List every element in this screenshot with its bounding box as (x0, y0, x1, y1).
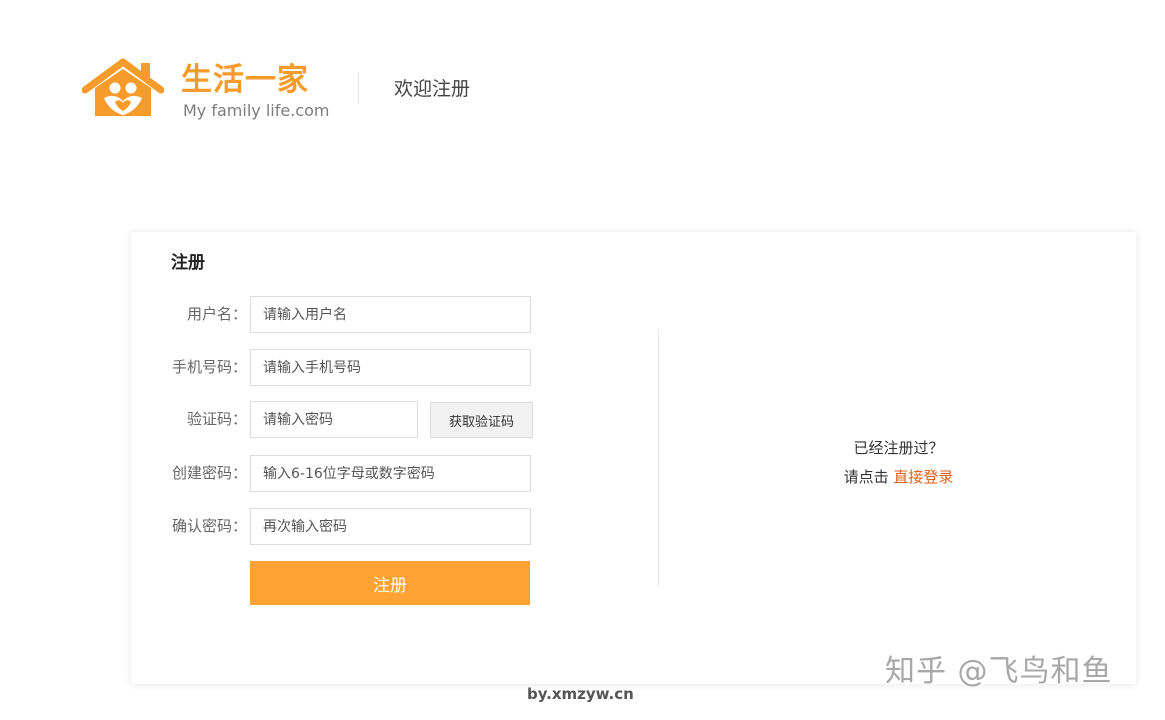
login-prompt-prefix: 请点击 (843, 468, 894, 486)
already-registered-text: 已经注册过？ (853, 439, 944, 457)
create-password-input[interactable] (250, 455, 531, 492)
direct-login-link[interactable]: 直接登录 (893, 468, 953, 486)
confirm-password-input[interactable] (250, 508, 531, 545)
login-hint: 已经注册过？ 请点击 直接登录 (731, 434, 1066, 492)
form-title: 注册 (171, 253, 205, 273)
house-family-logo (82, 58, 164, 120)
registration-card: 注册 用户名： 手机号码： 验证码： 获取验证码 创建密码： 确认密码： 注册 … (131, 232, 1136, 684)
username-input[interactable] (250, 296, 531, 333)
phone-label: 手机号码： (171, 358, 247, 376)
header-divider (358, 72, 359, 104)
page-title: 欢迎注册 (394, 78, 471, 100)
card-divider (658, 329, 659, 586)
verification-code-label: 验证码： (186, 410, 247, 428)
register-submit-button[interactable]: 注册 (250, 561, 530, 605)
brand-slogan: My family life.com (183, 101, 330, 120)
site-watermark: by.xmzyw.cn (527, 685, 634, 703)
username-label: 用户名： (186, 305, 247, 323)
confirm-password-label: 确认密码： (171, 517, 247, 535)
login-prompt: 请点击 直接登录 (731, 463, 1066, 492)
phone-input[interactable] (250, 349, 531, 386)
zhihu-watermark: 知乎 @飞鸟和鱼 (885, 654, 1113, 689)
verification-code-input[interactable] (250, 401, 418, 438)
get-code-button[interactable]: 获取验证码 (430, 402, 533, 438)
create-password-label: 创建密码： (171, 464, 247, 482)
brand-name: 生活一家 (181, 62, 309, 98)
